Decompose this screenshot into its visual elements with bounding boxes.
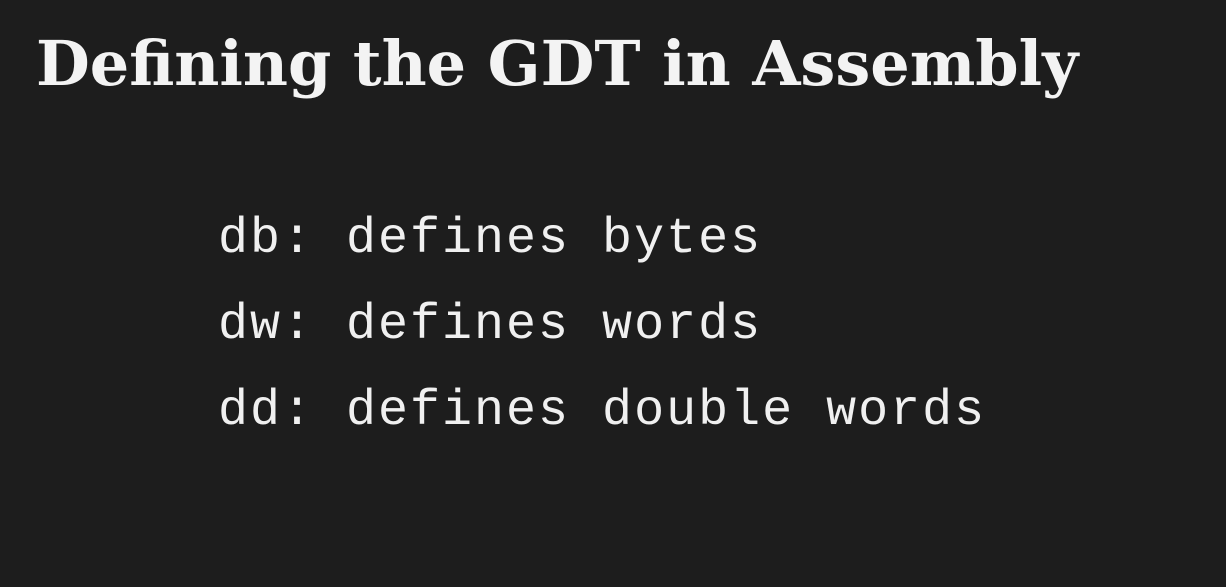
list-item: db: defines bytes (218, 211, 763, 268)
slide-title: Defining the GDT in Assembly (36, 27, 1079, 100)
list-item: dw: defines words (218, 297, 763, 354)
definition-list: db: defines bytes dw: defines words dd: … (218, 205, 986, 463)
list-item: dd: defines double words (218, 383, 987, 440)
slide: Defining the GDT in Assembly db: defines… (0, 0, 1226, 587)
